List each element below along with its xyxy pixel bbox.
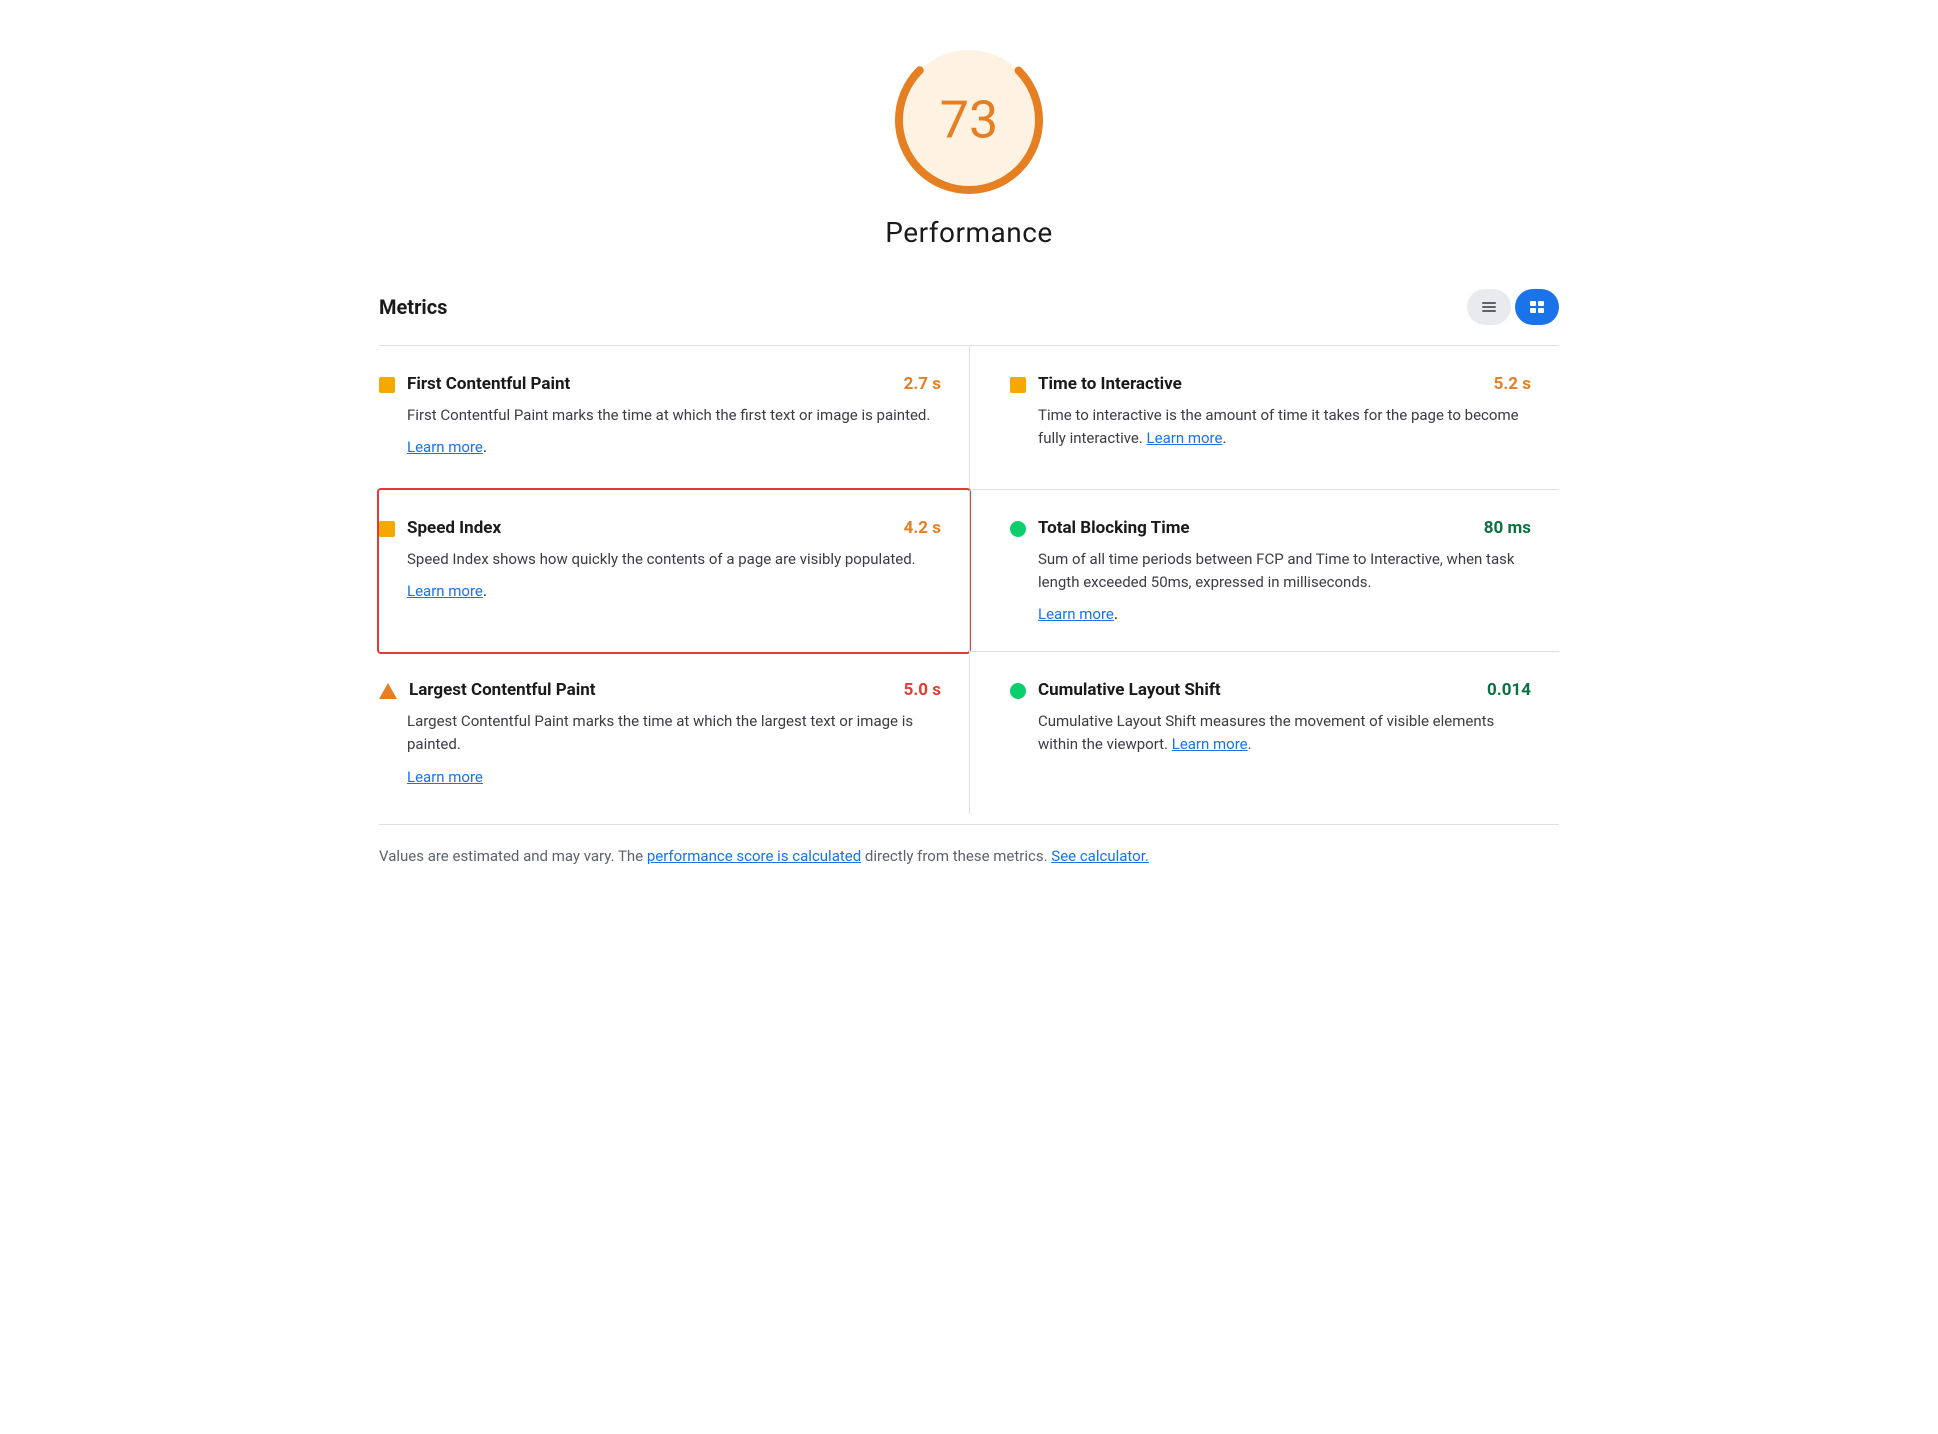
lcp-learn-more[interactable]: Learn more xyxy=(407,768,483,786)
lcp-value: 5.0 s xyxy=(904,680,941,700)
si-icon xyxy=(379,521,395,537)
view-toggle xyxy=(1467,289,1559,325)
metric-si-header: Speed Index 4.2 s xyxy=(379,518,941,538)
performance-score-link[interactable]: performance score is calculated xyxy=(647,847,861,865)
metric-lcp: Largest Contentful Paint 5.0 s Largest C… xyxy=(379,652,969,814)
si-learn-more[interactable]: Learn more xyxy=(407,582,483,600)
metric-lcp-header: Largest Contentful Paint 5.0 s xyxy=(379,680,941,700)
score-circle: 73 xyxy=(889,40,1049,200)
footer-text: Values are estimated and may vary. The p… xyxy=(379,845,1559,868)
tti-name: Time to Interactive xyxy=(1038,374,1182,394)
tbt-name: Total Blocking Time xyxy=(1038,518,1190,538)
cls-icon xyxy=(1010,683,1026,699)
metric-tbt-title-row: Total Blocking Time xyxy=(1010,518,1190,538)
metric-si-title-row: Speed Index xyxy=(379,518,501,538)
fcp-icon xyxy=(379,377,395,393)
metric-tti-title-row: Time to Interactive xyxy=(1010,374,1182,394)
footer-divider xyxy=(379,824,1559,825)
metric-lcp-title-row: Largest Contentful Paint xyxy=(379,680,596,700)
tti-learn-more[interactable]: Learn more xyxy=(1147,429,1223,447)
metric-tti-header: Time to Interactive 5.2 s xyxy=(1010,374,1531,394)
tti-icon xyxy=(1010,377,1026,393)
tbt-value: 80 ms xyxy=(1484,518,1531,538)
tbt-icon xyxy=(1010,521,1026,537)
metrics-grid: First Contentful Paint 2.7 s First Conte… xyxy=(379,346,1559,814)
footer-text-middle: directly from these metrics. xyxy=(861,847,1051,865)
fcp-value: 2.7 s xyxy=(904,374,941,394)
score-section: 73 Performance xyxy=(379,40,1559,249)
fcp-learn-more[interactable]: Learn more xyxy=(407,438,483,456)
metric-cls: Cumulative Layout Shift 0.014 Cumulative… xyxy=(969,652,1559,814)
tti-desc: Time to interactive is the amount of tim… xyxy=(1038,404,1531,451)
metrics-header: Metrics xyxy=(379,289,1559,325)
si-period: . xyxy=(483,581,487,600)
metric-fcp-title-row: First Contentful Paint xyxy=(379,374,570,394)
score-value: 73 xyxy=(940,90,998,151)
si-desc: Speed Index shows how quickly the conten… xyxy=(407,548,941,571)
see-calculator-link[interactable]: See calculator. xyxy=(1051,847,1149,865)
metrics-title: Metrics xyxy=(379,295,447,319)
metric-tbt: Total Blocking Time 80 ms Sum of all tim… xyxy=(969,490,1559,653)
tbt-period: . xyxy=(1114,604,1118,623)
metric-cls-title-row: Cumulative Layout Shift xyxy=(1010,680,1221,700)
tti-value: 5.2 s xyxy=(1494,374,1531,394)
metric-tbt-header: Total Blocking Time 80 ms xyxy=(1010,518,1531,538)
fcp-period: . xyxy=(483,437,487,456)
cls-learn-more[interactable]: Learn more xyxy=(1172,735,1248,753)
metric-fcp: First Contentful Paint 2.7 s First Conte… xyxy=(379,346,969,490)
metric-tti: Time to Interactive 5.2 s Time to intera… xyxy=(969,346,1559,490)
fcp-name: First Contentful Paint xyxy=(407,374,570,394)
lcp-desc: Largest Contentful Paint marks the time … xyxy=(407,710,941,757)
tbt-learn-more[interactable]: Learn more xyxy=(1038,605,1114,623)
lcp-name: Largest Contentful Paint xyxy=(409,680,596,700)
lcp-icon xyxy=(379,683,397,699)
si-name: Speed Index xyxy=(407,518,501,538)
si-value: 4.2 s xyxy=(904,518,941,538)
list-view-button[interactable] xyxy=(1467,289,1511,325)
cls-name: Cumulative Layout Shift xyxy=(1038,680,1221,700)
fcp-desc: First Contentful Paint marks the time at… xyxy=(407,404,941,427)
tbt-desc: Sum of all time periods between FCP and … xyxy=(1038,548,1531,595)
cls-value: 0.014 xyxy=(1487,680,1531,700)
footer-text-before: Values are estimated and may vary. The xyxy=(379,847,647,865)
cls-desc: Cumulative Layout Shift measures the mov… xyxy=(1038,710,1531,757)
score-label: Performance xyxy=(885,216,1052,249)
metric-cls-header: Cumulative Layout Shift 0.014 xyxy=(1010,680,1531,700)
metric-fcp-header: First Contentful Paint 2.7 s xyxy=(379,374,941,394)
metric-si: Speed Index 4.2 s Speed Index shows how … xyxy=(377,488,971,655)
detail-view-button[interactable] xyxy=(1515,289,1559,325)
